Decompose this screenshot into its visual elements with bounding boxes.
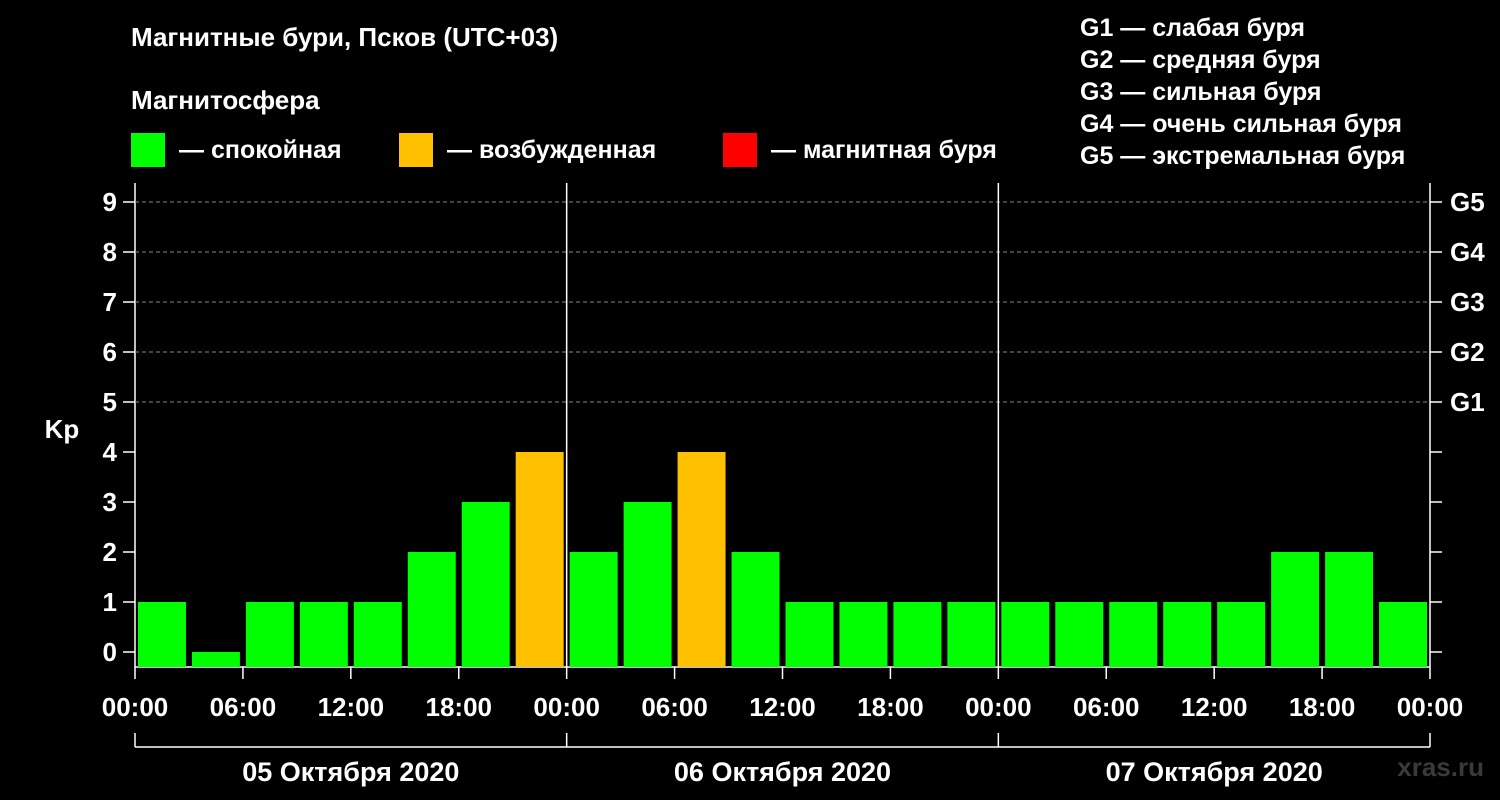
kp-bar — [623, 502, 672, 667]
kp-bar — [138, 602, 186, 667]
kp-bar — [839, 602, 888, 667]
kp-bar — [407, 552, 456, 667]
kp-bar — [569, 552, 618, 667]
x-tick-label: 18:00 — [1289, 692, 1356, 722]
y-tick-label: 3 — [103, 487, 117, 517]
y-tick-label: 0 — [103, 637, 117, 667]
x-tick-label: 12:00 — [749, 692, 816, 722]
y-tick-label: 1 — [103, 587, 117, 617]
kp-bar — [299, 602, 348, 667]
x-tick-label: 18:00 — [857, 692, 924, 722]
x-tick-label: 00:00 — [102, 692, 169, 722]
kp-bar — [461, 502, 510, 667]
y2-tick-label: G5 — [1450, 187, 1485, 217]
watermark: xras.ru — [1397, 752, 1484, 782]
x-tick-label: 12:00 — [318, 692, 385, 722]
kp-bar-chart: 0 1 2 3 4 5 6 7 8 9 G1 G2 G3 G4 G5 Kp 00:00 06:00 12:00 18:… — [45, 183, 1485, 787]
kp-bar — [1271, 552, 1320, 667]
kp-bar — [893, 602, 942, 667]
kp-bar — [785, 602, 834, 667]
kp-bar — [731, 552, 780, 667]
y-tick-label: 2 — [103, 537, 117, 567]
day-label: 07 Октября 2020 — [1106, 757, 1323, 787]
kp-bar — [1163, 602, 1212, 667]
y2-tick-label: G1 — [1450, 387, 1485, 417]
x-tick-label: 06:00 — [210, 692, 277, 722]
kp-bar — [1001, 602, 1050, 667]
kp-bar — [1055, 602, 1104, 667]
x-tick-label: 00:00 — [1397, 692, 1464, 722]
kp-bar — [191, 652, 240, 667]
x-tick-label: 06:00 — [1073, 692, 1140, 722]
x-tick-label: 00:00 — [965, 692, 1032, 722]
kp-bar — [677, 452, 726, 667]
kp-bar — [1325, 552, 1374, 667]
x-tick-label: 18:00 — [426, 692, 493, 722]
day-label: 06 Октября 2020 — [674, 757, 891, 787]
kp-bar — [245, 602, 294, 667]
kp-bar — [1217, 602, 1266, 667]
kp-bar — [1109, 602, 1158, 667]
kp-bar — [1379, 602, 1427, 667]
y-tick-label: 7 — [103, 287, 117, 317]
x-tick-label: 06:00 — [641, 692, 708, 722]
kp-bar — [353, 602, 402, 667]
kp-bar — [515, 452, 564, 667]
x-tick-label: 00:00 — [533, 692, 600, 722]
y-tick-label: 9 — [103, 187, 117, 217]
y-axis-label: Kp — [45, 414, 80, 444]
y2-tick-label: G4 — [1450, 237, 1485, 267]
x-tick-label: 12:00 — [1181, 692, 1248, 722]
y2-tick-label: G3 — [1450, 287, 1485, 317]
day-label: 05 Октября 2020 — [242, 757, 459, 787]
y2-tick-label: G2 — [1450, 337, 1485, 367]
kp-bar — [947, 602, 996, 667]
y-tick-label: 8 — [103, 237, 117, 267]
y-tick-label: 5 — [103, 387, 117, 417]
y-tick-label: 4 — [103, 437, 118, 467]
y-tick-label: 6 — [103, 337, 117, 367]
